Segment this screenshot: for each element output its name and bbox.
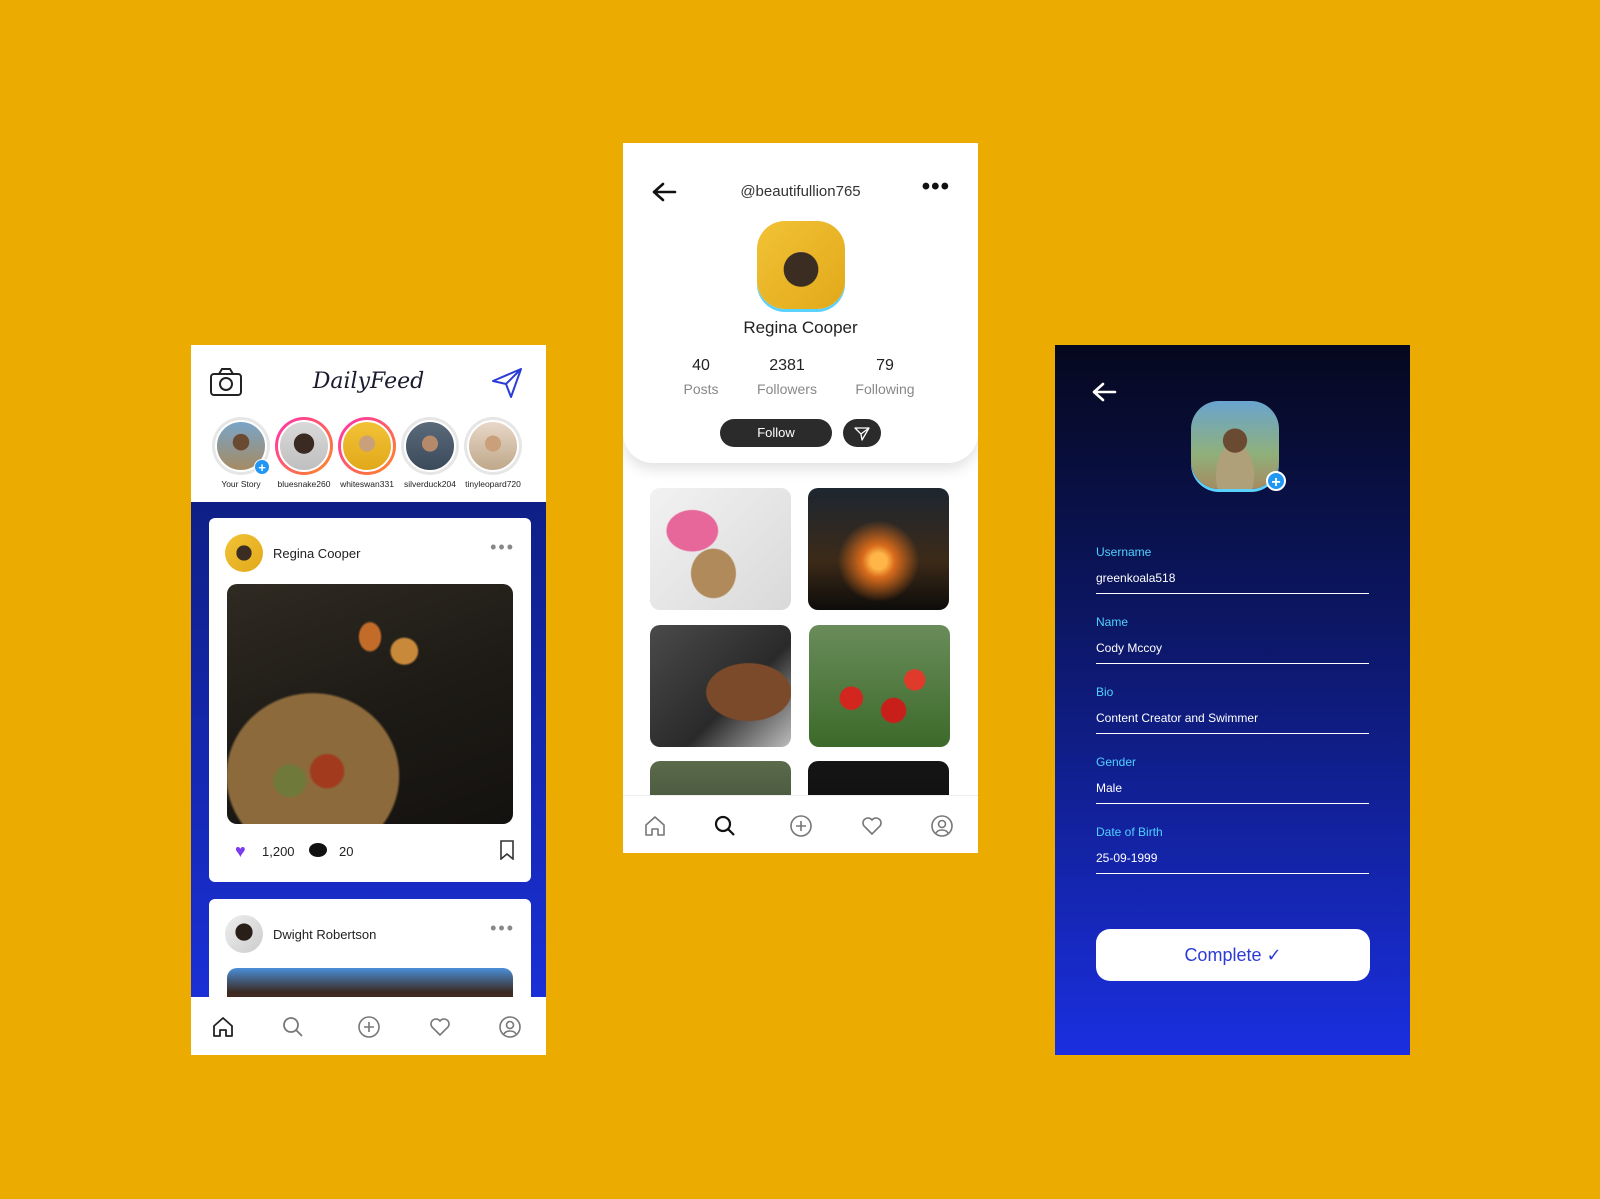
follow-button[interactable]: Follow bbox=[720, 419, 832, 447]
avatar[interactable] bbox=[225, 534, 263, 572]
story-item[interactable]: whiteswan331 bbox=[335, 417, 399, 489]
add-post-icon[interactable] bbox=[357, 1015, 381, 1039]
story-item[interactable]: silverduck204 bbox=[398, 417, 462, 489]
grid-photo[interactable] bbox=[808, 761, 949, 795]
search-icon[interactable] bbox=[281, 1015, 305, 1039]
home-icon[interactable] bbox=[211, 1015, 235, 1039]
back-arrow-icon[interactable] bbox=[1091, 381, 1117, 403]
bottom-tab-bar bbox=[191, 997, 546, 1055]
bio-field[interactable]: Bio Content Creator and Swimmer bbox=[1096, 685, 1369, 734]
profile-avatar[interactable] bbox=[1191, 401, 1279, 489]
complete-button[interactable]: Complete ✓ bbox=[1096, 929, 1370, 981]
story-label: bluesnake260 bbox=[277, 479, 331, 489]
stat-followers[interactable]: 2381 Followers bbox=[742, 357, 832, 397]
stories-row: + Your Story bluesnake260 whiteswan331 s… bbox=[209, 417, 539, 497]
bottom-tab-bar bbox=[623, 795, 978, 853]
profile-avatar bbox=[757, 221, 845, 309]
post-header: Regina Cooper ••• bbox=[225, 534, 515, 572]
field-label: Bio bbox=[1096, 685, 1114, 699]
grid-photo[interactable] bbox=[650, 761, 791, 795]
send-icon bbox=[854, 427, 870, 441]
name-input[interactable]: Cody Mccoy bbox=[1096, 641, 1369, 664]
story-label: silverduck204 bbox=[404, 479, 456, 489]
post-author[interactable]: Dwight Robertson bbox=[273, 927, 376, 942]
add-story-icon[interactable]: + bbox=[254, 459, 270, 475]
heart-icon[interactable] bbox=[428, 1015, 452, 1039]
edit-profile-screen: + Username greenkoala518 Name Cody Mccoy… bbox=[1055, 345, 1410, 1055]
stat-following[interactable]: 79 Following bbox=[840, 357, 930, 397]
post-card: Regina Cooper ••• ♥ 1,200 20 bbox=[209, 518, 531, 882]
gender-input[interactable]: Male bbox=[1096, 781, 1369, 804]
stat-label: Posts bbox=[683, 381, 719, 397]
profile-name: Regina Cooper bbox=[743, 318, 858, 337]
add-post-icon[interactable] bbox=[789, 814, 813, 838]
post-image[interactable] bbox=[227, 584, 513, 824]
message-button[interactable] bbox=[843, 419, 881, 447]
bio-input[interactable]: Content Creator and Swimmer bbox=[1096, 711, 1369, 734]
change-photo-icon[interactable]: + bbox=[1266, 471, 1286, 491]
profile-screen: @beautifullion765 ••• Regina Cooper 40 P… bbox=[623, 143, 978, 853]
field-label: Username bbox=[1096, 545, 1152, 559]
comment-icon[interactable] bbox=[309, 843, 327, 857]
home-icon[interactable] bbox=[643, 814, 667, 838]
story-item[interactable]: bluesnake260 bbox=[272, 417, 336, 489]
post-author[interactable]: Regina Cooper bbox=[273, 546, 360, 561]
field-label: Gender bbox=[1096, 755, 1137, 769]
story-ring bbox=[338, 417, 396, 475]
search-icon[interactable] bbox=[713, 814, 737, 838]
feed-header: DailyFeed + Your Story bluesnake260 whit… bbox=[191, 345, 546, 502]
stat-label: Following bbox=[855, 381, 915, 397]
profile-header: @beautifullion765 ••• Regina Cooper 40 P… bbox=[623, 143, 978, 463]
stat-posts[interactable]: 40 Posts bbox=[656, 357, 746, 397]
post-actions: ♥ 1,200 20 bbox=[235, 840, 515, 862]
story-ring bbox=[401, 417, 459, 475]
heart-icon[interactable] bbox=[860, 814, 884, 838]
username-input[interactable]: greenkoala518 bbox=[1096, 571, 1369, 594]
profile-icon[interactable] bbox=[930, 814, 954, 838]
grid-photo[interactable] bbox=[650, 625, 791, 747]
photo-grid[interactable] bbox=[623, 463, 978, 795]
stat-value: 40 bbox=[692, 357, 710, 374]
avatar bbox=[278, 420, 330, 472]
more-options-icon[interactable]: ••• bbox=[490, 538, 515, 556]
heart-icon[interactable]: ♥ bbox=[235, 841, 246, 861]
feed-screen: DailyFeed + Your Story bluesnake260 whit… bbox=[191, 345, 546, 1055]
stat-value: 79 bbox=[876, 357, 894, 374]
grid-photo[interactable] bbox=[808, 488, 949, 610]
avatar bbox=[467, 420, 519, 472]
avatar bbox=[341, 420, 393, 472]
story-item[interactable]: + Your Story bbox=[209, 417, 273, 489]
story-label: tinyleopard720 bbox=[465, 479, 521, 489]
story-ring bbox=[464, 417, 522, 475]
story-item[interactable]: tinyleopard720 bbox=[461, 417, 525, 489]
avatar[interactable] bbox=[225, 915, 263, 953]
comment-count: 20 bbox=[339, 844, 354, 859]
gender-field[interactable]: Gender Male bbox=[1096, 755, 1369, 804]
story-label: Your Story bbox=[221, 479, 261, 489]
stat-label: Followers bbox=[757, 381, 817, 397]
story-label: whiteswan331 bbox=[340, 479, 394, 489]
avatar bbox=[404, 420, 456, 472]
story-ring bbox=[275, 417, 333, 475]
field-label: Name bbox=[1096, 615, 1129, 629]
dob-field[interactable]: Date of Birth 25-09-1999 bbox=[1096, 825, 1369, 874]
post-card: Dwight Robertson ••• bbox=[209, 899, 531, 1009]
stat-value: 2381 bbox=[769, 357, 805, 374]
more-options-icon[interactable]: ••• bbox=[490, 919, 515, 937]
profile-icon[interactable] bbox=[498, 1015, 522, 1039]
feed-list[interactable]: Regina Cooper ••• ♥ 1,200 20 Dwight Robe… bbox=[191, 502, 546, 1009]
dob-input[interactable]: 25-09-1999 bbox=[1096, 851, 1369, 874]
grid-photo[interactable] bbox=[809, 625, 950, 747]
send-icon[interactable] bbox=[491, 367, 523, 399]
story-ring: + bbox=[212, 417, 270, 475]
post-header: Dwight Robertson ••• bbox=[225, 915, 515, 953]
like-count: 1,200 bbox=[262, 844, 295, 859]
username-field[interactable]: Username greenkoala518 bbox=[1096, 545, 1369, 594]
bookmark-icon[interactable] bbox=[499, 840, 515, 860]
grid-photo[interactable] bbox=[650, 488, 791, 610]
more-options-icon[interactable]: ••• bbox=[922, 175, 950, 199]
name-field[interactable]: Name Cody Mccoy bbox=[1096, 615, 1369, 664]
field-label: Date of Birth bbox=[1096, 825, 1163, 839]
